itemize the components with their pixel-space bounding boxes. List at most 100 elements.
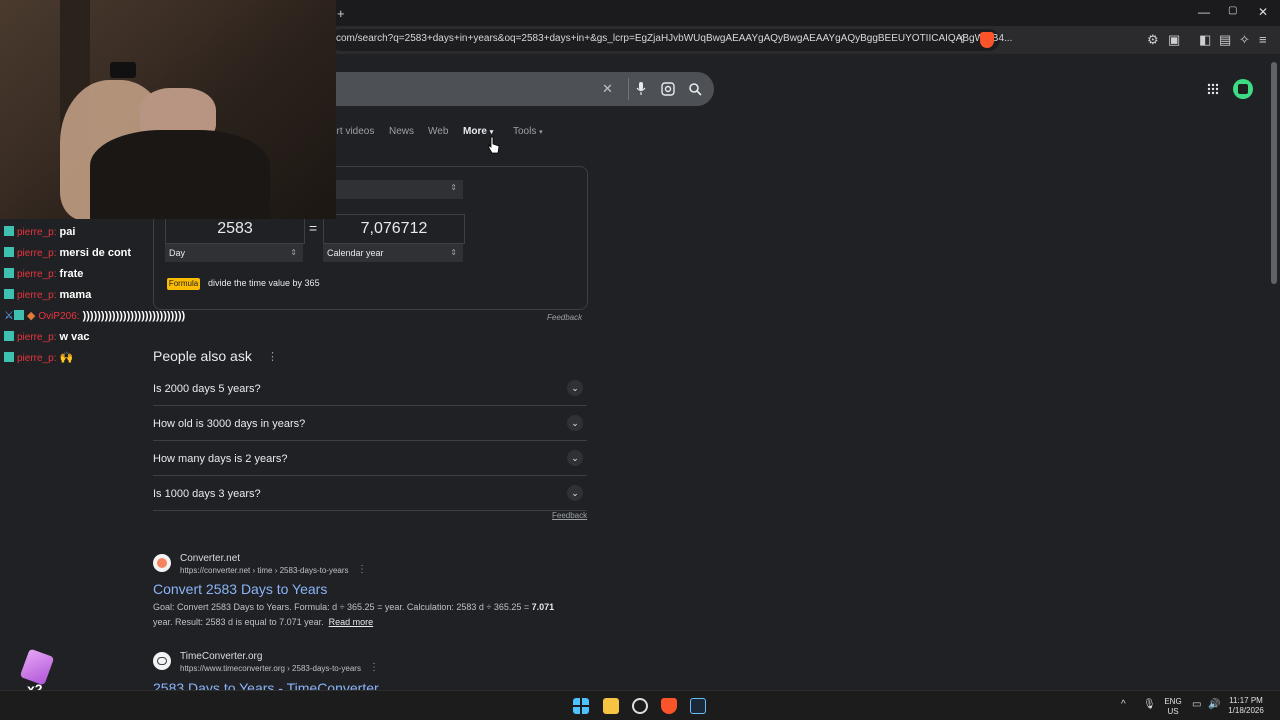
search-input[interactable]: ✕ [330, 72, 714, 106]
reader-icon[interactable]: ▣ [1168, 33, 1180, 47]
result-site-name: Converter.net [180, 553, 241, 564]
brave-shields-icon[interactable] [980, 32, 994, 48]
to-value-input[interactable]: 7,076712 [323, 214, 465, 244]
file-explorer-icon[interactable] [603, 698, 619, 714]
result-options-icon[interactable]: ⋮ [369, 662, 379, 673]
account-avatar[interactable] [1233, 79, 1253, 99]
clock-date: 1/18/2026 [1228, 706, 1264, 715]
network-icon[interactable]: ▭ [1192, 699, 1201, 710]
chat-text: 🙌 [59, 352, 74, 364]
share-icon[interactable]: ⇪ [958, 33, 967, 47]
tab-web[interactable]: Web [428, 126, 448, 137]
formula-badge: Formula [167, 278, 200, 290]
voice-search-icon[interactable] [636, 82, 646, 96]
region-code: US [1167, 707, 1179, 716]
paa-question[interactable]: How old is 3000 days in years? ⌄ [153, 406, 587, 441]
chat-badge-icon [4, 289, 14, 299]
chat-text: mama [59, 289, 92, 301]
language-code: ENG [1164, 697, 1182, 706]
chat-badge-icon [4, 352, 14, 362]
wallet-icon[interactable]: ▤ [1219, 33, 1231, 47]
close-window-button[interactable]: ✕ [1258, 5, 1268, 19]
google-apps-icon[interactable] [1207, 83, 1219, 95]
chat-message: ⚔ ◆ OviP206: )))))))))))))))))))))))))))) [4, 308, 185, 328]
brave-browser-icon[interactable] [661, 698, 677, 714]
maximize-button[interactable]: ▢ [1228, 5, 1237, 16]
tab-short-videos[interactable]: ort videos [331, 126, 374, 137]
avatar-inner-icon [1238, 84, 1248, 94]
new-tab-button[interactable]: + [337, 6, 345, 21]
steam-icon[interactable] [690, 698, 706, 714]
lens-search-icon[interactable] [661, 82, 675, 96]
caret-down-icon: ▾ [489, 129, 494, 136]
chat-text: w vac [59, 331, 90, 343]
sword-badge-icon: ⚔ [4, 310, 14, 322]
to-unit-label: Calendar year [327, 248, 384, 258]
snippet-text: Goal: Convert 2583 Days to Years. Formul… [153, 602, 532, 612]
minimize-button[interactable]: — [1198, 5, 1210, 19]
chat-message: pierre_p: w vac [4, 329, 90, 349]
paa-question[interactable]: Is 1000 days 3 years? ⌄ [153, 476, 587, 511]
menu-icon[interactable]: ≡ [1259, 33, 1267, 47]
tools-button[interactable]: Tools ▾ [513, 126, 543, 137]
paa-feedback-link[interactable]: Feedback [552, 511, 587, 520]
to-unit-select[interactable]: Calendar year ⇕ [323, 244, 463, 262]
chat-message: pierre_p: frate [4, 266, 83, 286]
select-caret-icon: ⇕ [450, 248, 457, 257]
chat-username: OviP206: [38, 311, 80, 322]
read-more-link[interactable]: Read more [329, 617, 374, 627]
converter-feedback-link[interactable]: Feedback [547, 313, 582, 322]
paa-question-text: Is 1000 days 3 years? [153, 488, 261, 500]
converter-net-favicon [153, 554, 171, 572]
sidebar-icon[interactable]: ◧ [1199, 33, 1211, 47]
quantity-select[interactable]: ⇕ [336, 180, 463, 199]
paa-more-options-icon[interactable]: ⋮ [267, 350, 278, 363]
from-unit-label: Day [169, 248, 186, 258]
equals-sign: = [309, 220, 318, 236]
result-title-link[interactable]: 2583 Days to Years - TimeConverter [153, 680, 379, 690]
microphone-icon[interactable]: 🎙 [1143, 699, 1156, 710]
webcam-person-shirt [90, 130, 270, 219]
timeconverter-favicon [153, 652, 171, 670]
result-breadcrumb[interactable]: https://www.timeconverter.org › 2583-day… [180, 664, 361, 673]
result-breadcrumb[interactable]: https://converter.net › time › 2583-days… [180, 566, 349, 575]
leo-ai-icon[interactable]: ✧ [1239, 33, 1250, 47]
chat-message: pierre_p: mama [4, 287, 91, 307]
windows-start-icon[interactable] [573, 698, 589, 714]
chevron-down-icon: ⌄ [567, 485, 583, 501]
paa-question[interactable]: Is 2000 days 5 years? ⌄ [153, 371, 587, 406]
scrollbar-thumb[interactable] [1271, 62, 1277, 284]
tray-overflow-icon[interactable]: ^ [1121, 699, 1126, 710]
fox-badge-icon: ◆ [26, 310, 36, 322]
tab-news[interactable]: News [389, 126, 414, 137]
chat-badge-icon [4, 268, 14, 278]
chat-text: mersi de cont [59, 247, 132, 259]
paa-title: People also ask [153, 348, 252, 364]
chat-badge-icon [4, 331, 14, 341]
extensions-icon[interactable]: ⚙ [1147, 33, 1159, 47]
address-bar[interactable]: com/search?q=2583+days+in+years&oq=2583+… [330, 29, 1012, 51]
language-indicator[interactable]: ENG US [1163, 697, 1183, 717]
chat-message: pierre_p: pai [4, 224, 75, 244]
from-unit-select[interactable]: Day ⇕ [165, 244, 303, 262]
result-options-icon[interactable]: ⋮ [357, 564, 367, 575]
result-title-link[interactable]: Convert 2583 Days to Years [153, 581, 327, 597]
result-site-name: TimeConverter.org [180, 651, 263, 662]
webcam-wall-decoration [110, 62, 136, 78]
search-divider [628, 78, 629, 100]
chat-badge-icon [4, 226, 14, 236]
chat-message: pierre_p: 🙌 [4, 350, 73, 370]
obs-icon[interactable] [632, 698, 648, 714]
caret-down-icon: ▾ [539, 129, 543, 136]
volume-icon[interactable]: 🔊 [1208, 699, 1220, 710]
chat-username: pierre_p: [17, 227, 57, 238]
formula-text: divide the time value by 365 [208, 278, 320, 288]
chat-text: frate [59, 268, 84, 280]
chat-badge-icon [13, 310, 24, 320]
paa-question-text: How old is 3000 days in years? [153, 418, 306, 430]
paa-question[interactable]: How many days is 2 years? ⌄ [153, 441, 587, 476]
search-icon[interactable] [688, 82, 702, 96]
clear-search-icon[interactable]: ✕ [602, 81, 613, 97]
clock[interactable]: 11:17 PM 1/18/2026 [1224, 696, 1268, 716]
mouse-cursor-icon [488, 136, 500, 154]
